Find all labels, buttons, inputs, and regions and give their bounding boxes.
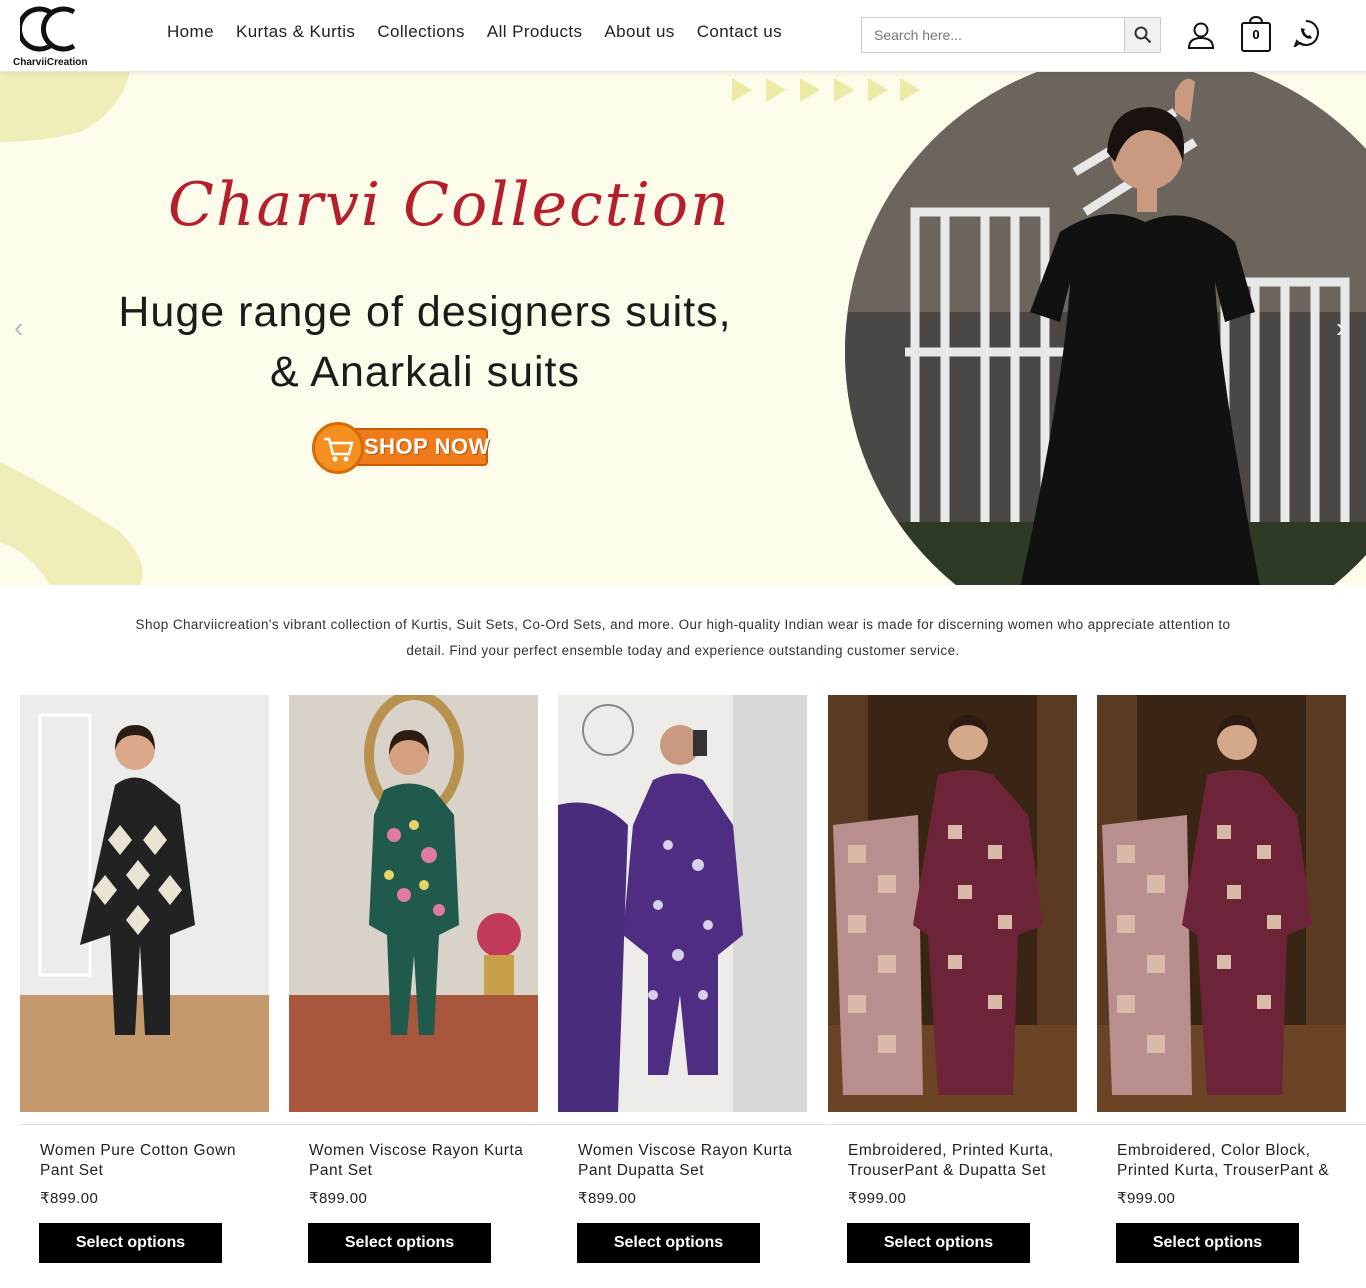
- product-name[interactable]: Embroidered, Color Block, Printed Kurta,…: [1097, 1141, 1346, 1181]
- product-price: ₹999.00: [848, 1190, 907, 1207]
- product-card[interactable]: Embroidered, Printed Kurta, TrouserPant …: [828, 695, 1097, 1263]
- shop-now-label: SHOP NOW: [364, 434, 490, 459]
- product-name[interactable]: Women Viscose Rayon Kurta Pant Set: [289, 1141, 538, 1181]
- product-card[interactable]: Women Viscose Rayon Kurta Pant Set ₹899.…: [289, 695, 558, 1263]
- shop-now-button[interactable]: SHOP NOW: [312, 422, 490, 474]
- nav-all-products[interactable]: All Products: [487, 22, 583, 42]
- cart-icon: [324, 437, 354, 462]
- nav-home[interactable]: Home: [167, 22, 214, 42]
- user-icon: [1187, 22, 1215, 49]
- account-button[interactable]: [1186, 20, 1216, 50]
- cart-count-badge: 0: [1252, 27, 1260, 42]
- product-image[interactable]: [20, 695, 269, 1112]
- search-bar: [861, 17, 1161, 53]
- whatsapp-button[interactable]: [1292, 19, 1320, 49]
- hero-banner: Charvi Collection Huge range of designer…: [0, 72, 1366, 585]
- brand-name: CharviiCreation: [13, 57, 88, 68]
- hero-subtitle-line-1: Huge range of designers suits,: [118, 288, 732, 336]
- nav-about-us[interactable]: About us: [604, 22, 674, 42]
- nav-kurtas-kurtis[interactable]: Kurtas & Kurtis: [236, 22, 355, 42]
- product-name[interactable]: Women Viscose Rayon Kurta Pant Dupatta S…: [558, 1141, 807, 1181]
- product-card[interactable]: Women Pure Cotton Gown Pant Set ₹899.00 …: [20, 695, 289, 1263]
- product-image[interactable]: [828, 695, 1077, 1112]
- site-header: CharviiCreation Home Kurtas & Kurtis Col…: [0, 0, 1366, 72]
- hero-subtitle-line-2: & Anarkali suits: [270, 348, 580, 396]
- product-card[interactable]: Embroidered, Color Block, Printed Kurta,…: [1097, 695, 1366, 1263]
- select-options-button[interactable]: Select options: [577, 1223, 760, 1263]
- search-button[interactable]: [1124, 18, 1160, 52]
- hero-prev-arrow[interactable]: ‹: [14, 312, 23, 344]
- product-price: ₹999.00: [1117, 1190, 1176, 1207]
- product-price: ₹899.00: [309, 1190, 368, 1207]
- product-price: ₹899.00: [578, 1190, 637, 1207]
- search-input[interactable]: [862, 18, 1124, 52]
- product-price: ₹899.00: [40, 1190, 99, 1207]
- product-image[interactable]: [558, 695, 807, 1112]
- intro-description: Shop Charviicreation's vibrant collectio…: [135, 617, 1231, 658]
- select-options-button[interactable]: Select options: [847, 1223, 1030, 1263]
- product-image[interactable]: [289, 695, 538, 1112]
- select-options-button[interactable]: Select options: [1116, 1223, 1299, 1263]
- product-image[interactable]: [1097, 695, 1346, 1112]
- logo-mark-icon: [20, 6, 76, 52]
- hero-next-arrow[interactable]: ›: [1336, 312, 1345, 344]
- search-icon: [1134, 26, 1151, 44]
- product-name[interactable]: Embroidered, Printed Kurta, TrouserPant …: [828, 1141, 1077, 1181]
- hero-title: Charvi Collection: [168, 170, 731, 240]
- whatsapp-icon: [1292, 20, 1319, 49]
- cart-button[interactable]: 0: [1240, 15, 1272, 53]
- hero-subtitle: Huge range of designers suits, & Anarkal…: [90, 282, 760, 402]
- product-name[interactable]: Women Pure Cotton Gown Pant Set: [20, 1141, 269, 1181]
- product-card[interactable]: Women Viscose Rayon Kurta Pant Dupatta S…: [558, 695, 827, 1263]
- nav-collections[interactable]: Collections: [377, 22, 465, 42]
- select-options-button[interactable]: Select options: [308, 1223, 491, 1263]
- hero-model-image: [845, 72, 1366, 585]
- main-nav: Home Kurtas & Kurtis Collections All Pro…: [156, 22, 793, 42]
- nav-contact-us[interactable]: Contact us: [697, 22, 782, 42]
- select-options-button[interactable]: Select options: [39, 1223, 222, 1263]
- brand-logo[interactable]: CharviiCreation: [12, 4, 102, 68]
